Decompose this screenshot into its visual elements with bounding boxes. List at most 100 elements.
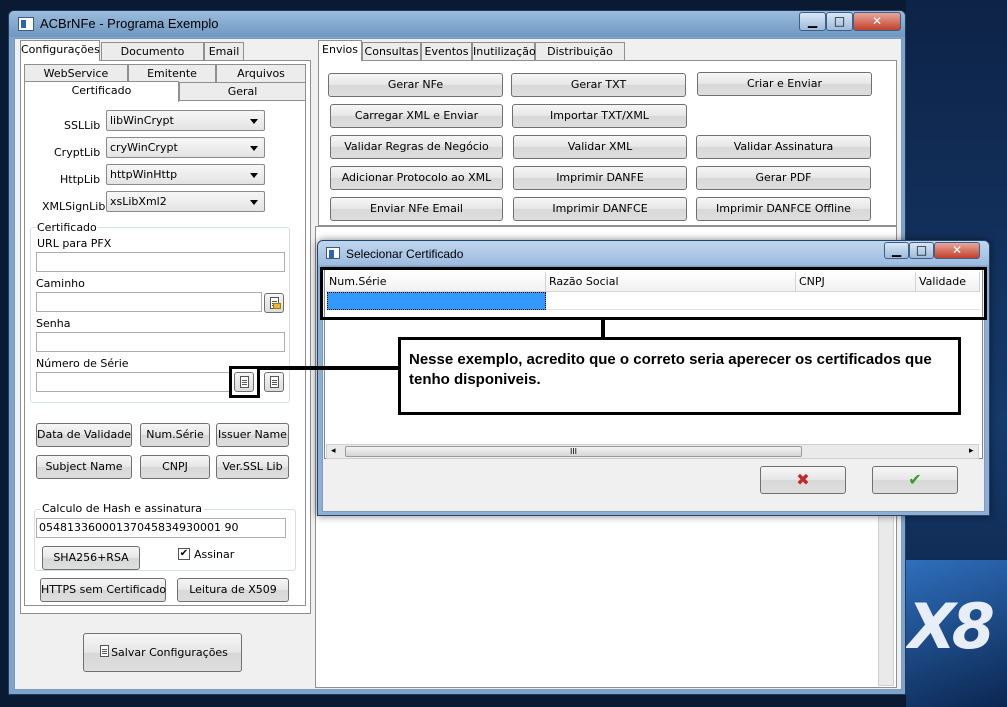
leitura-x509-button[interactable]: Leitura de X509: [177, 578, 289, 602]
tab-inutilizacao[interactable]: Inutilização: [472, 42, 536, 61]
column-header-num-serie[interactable]: Num.Série: [326, 272, 546, 292]
ssllib-label: SSLLib: [64, 119, 101, 132]
httplib-value: httpWinHttp: [110, 168, 178, 181]
carregar-xml-enviar-button[interactable]: Carregar XML e Enviar: [330, 104, 503, 128]
cancel-button[interactable]: ✖: [760, 466, 846, 494]
grid-selected-cell[interactable]: [327, 292, 546, 310]
imprimir-danfce-offline-button[interactable]: Imprimir DANFCE Offline: [696, 197, 871, 221]
dialog-minimize-button[interactable]: ▁: [884, 242, 909, 259]
senha-input[interactable]: [36, 332, 285, 352]
ver-ssl-lib-button[interactable]: Ver.SSL Lib: [216, 455, 289, 479]
cryptlib-label: CryptLib: [54, 146, 101, 159]
ok-button[interactable]: ✔: [872, 466, 958, 494]
xmlsignlib-label: XMLSignLib: [42, 200, 106, 213]
sha256-rsa-button[interactable]: SHA256+RSA: [42, 546, 140, 570]
cryptlib-select[interactable]: cryWinCrypt: [106, 137, 265, 158]
scroll-right-icon[interactable]: ▸: [969, 446, 974, 456]
maximize-button[interactable]: □: [826, 12, 853, 31]
ssllib-select[interactable]: libWinCrypt: [106, 110, 265, 131]
save-icon: [100, 645, 114, 661]
cryptlib-value: cryWinCrypt: [110, 141, 178, 154]
tab-consultas[interactable]: Consultas: [362, 42, 421, 61]
dialog-app-icon: [326, 247, 340, 259]
log-scrollbar[interactable]: [878, 500, 894, 686]
salvar-configuracoes-label: Salvar Configurações: [111, 646, 228, 659]
hash-input[interactable]: 05481336000137045834930001 90: [36, 518, 286, 538]
chevron-down-icon: [250, 173, 258, 178]
annotation-connector: [601, 320, 605, 337]
dialog-title: Selecionar Certificado: [346, 247, 464, 261]
validar-xml-button[interactable]: Validar XML: [513, 135, 687, 159]
chevron-down-icon: [250, 200, 258, 205]
tab-certificado[interactable]: Certificado: [24, 81, 179, 102]
imprimir-danfce-button[interactable]: Imprimir DANFCE: [513, 197, 687, 221]
https-sem-certificado-button[interactable]: HTTPS sem Certificado: [40, 578, 166, 602]
xmlsignlib-value: xsLibXml2: [110, 195, 167, 208]
column-header-validade[interactable]: Validade: [916, 272, 980, 292]
tab-geral[interactable]: Geral: [179, 82, 306, 101]
adicionar-protocolo-button[interactable]: Adicionar Protocolo ao XML: [330, 166, 503, 190]
validar-assinatura-button[interactable]: Validar Assinatura: [696, 135, 871, 159]
minimize-button[interactable]: ▁: [799, 12, 826, 31]
enviar-nfe-email-button[interactable]: Enviar NFe Email: [330, 197, 503, 221]
criar-enviar-button[interactable]: Criar e Enviar: [697, 72, 872, 96]
assinar-label: Assinar: [194, 548, 235, 561]
window-title: ACBrNFe - Programa Exemplo: [40, 16, 219, 31]
numero-serie-label: Número de Série: [36, 357, 129, 370]
cnpj-button[interactable]: CNPJ: [140, 455, 210, 479]
check-icon: ✔: [908, 470, 922, 489]
select-certificate-button[interactable]: [234, 372, 254, 392]
chevron-down-icon: [250, 119, 258, 124]
scroll-left-icon[interactable]: ◂: [331, 446, 336, 456]
tab-configuracoes[interactable]: Configurações: [20, 40, 100, 61]
folder-icon: [273, 303, 281, 309]
num-serie-button[interactable]: Num.Série: [140, 423, 210, 447]
tab-arquivos[interactable]: Arquivos: [216, 64, 306, 83]
close-button[interactable]: ✕: [853, 12, 901, 31]
scrollbar-thumb[interactable]: III: [345, 446, 802, 457]
document-icon: [270, 376, 279, 388]
gerar-nfe-button[interactable]: Gerar NFe: [328, 73, 503, 97]
issuer-name-button[interactable]: Issuer Name: [216, 423, 289, 447]
caminho-input[interactable]: [36, 292, 262, 312]
chevron-down-icon: [250, 146, 258, 151]
numero-serie-input[interactable]: [36, 372, 232, 392]
browse-file-button[interactable]: [264, 293, 284, 313]
tab-documento-auxiliar[interactable]: Documento Auxiliar: [101, 42, 204, 76]
column-header-razao-social[interactable]: Razão Social: [546, 272, 796, 292]
tab-distribuicao-dfe[interactable]: Distribuição DFe: [535, 42, 625, 76]
subject-name-button[interactable]: Subject Name: [36, 455, 132, 479]
validar-regras-negocio-button[interactable]: Validar Regras de Negócio: [330, 135, 503, 159]
imprimir-danfe-button[interactable]: Imprimir DANFE: [513, 166, 687, 190]
dialog-maximize-button[interactable]: □: [909, 242, 934, 259]
gerar-txt-button[interactable]: Gerar TXT: [511, 73, 686, 97]
certificate-info-button[interactable]: [264, 372, 284, 392]
importar-txt-xml-button[interactable]: Importar TXT/XML: [512, 104, 687, 128]
url-pfx-label: URL para PFX: [37, 237, 112, 250]
desktop-logo: X8: [908, 590, 995, 663]
hash-group-title: Calculo de Hash e assinatura: [40, 502, 205, 515]
salvar-configuracoes-button[interactable]: Salvar Configurações: [83, 633, 242, 672]
table-row[interactable]: [546, 292, 980, 310]
tab-eventos[interactable]: Eventos: [421, 42, 472, 61]
httplib-select[interactable]: httpWinHttp: [106, 164, 265, 185]
ssllib-value: libWinCrypt: [110, 114, 174, 127]
data-validade-button[interactable]: Data de Validade: [36, 423, 132, 447]
senha-label: Senha: [36, 317, 71, 330]
url-pfx-input[interactable]: [36, 252, 285, 272]
app-icon: [18, 17, 34, 31]
annotation-connector: [260, 366, 399, 370]
document-icon: [240, 376, 249, 388]
certificado-group-title: Certificado: [36, 221, 98, 234]
cancel-icon: ✖: [796, 470, 810, 489]
xmlsignlib-select[interactable]: xsLibXml2: [106, 191, 265, 212]
caminho-label: Caminho: [36, 277, 85, 290]
column-header-cnpj[interactable]: CNPJ: [796, 272, 916, 292]
tab-email[interactable]: Email: [204, 42, 244, 61]
annotation-callout: Nesse exemplo, acredito que o correto se…: [398, 337, 961, 415]
dialog-close-button[interactable]: ✕: [934, 242, 980, 259]
assinar-checkbox[interactable]: ✔: [178, 548, 190, 560]
httplib-label: HttpLib: [60, 173, 101, 186]
gerar-pdf-button[interactable]: Gerar PDF: [696, 166, 871, 190]
tab-envios[interactable]: Envios: [318, 40, 362, 61]
